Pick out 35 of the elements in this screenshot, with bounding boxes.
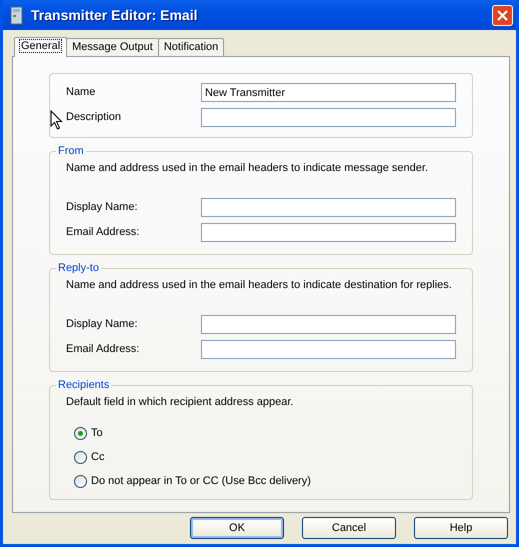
dialog-button[interactable]: Help bbox=[414, 517, 508, 539]
radio-label[interactable]: To bbox=[91, 424, 103, 442]
group-description: Name and address used in the email headers to indicate destination for replies. bbox=[66, 278, 453, 292]
radio-button[interactable] bbox=[74, 450, 87, 464]
group-title: Recipients bbox=[56, 378, 112, 392]
field-label: Email Address: bbox=[66, 342, 140, 358]
pointer-icon bbox=[50, 110, 63, 130]
group-description: Default field in which recipient address appear. bbox=[66, 395, 294, 409]
group-title: From bbox=[56, 144, 86, 158]
close-icon bbox=[496, 8, 509, 22]
text-field[interactable] bbox=[200, 315, 456, 334]
text-field[interactable] bbox=[200, 340, 456, 359]
radio-button[interactable] bbox=[74, 426, 87, 440]
group-title: Reply-to bbox=[56, 261, 101, 275]
text-field[interactable] bbox=[200, 198, 456, 217]
radio-label[interactable]: Cc bbox=[91, 448, 104, 466]
field-label: Description bbox=[66, 110, 122, 126]
tab[interactable]: Message Output bbox=[66, 38, 159, 56]
text-field[interactable] bbox=[200, 223, 456, 242]
tab[interactable]: Notification bbox=[158, 38, 224, 56]
field-label: Name bbox=[66, 85, 96, 100]
tab[interactable]: General bbox=[14, 37, 68, 57]
window-title: Transmitter Editor: Email bbox=[31, 6, 198, 24]
field-label: Email Address: bbox=[66, 225, 140, 240]
text-field[interactable]: New Transmitter bbox=[200, 83, 456, 102]
radio-button[interactable] bbox=[74, 474, 87, 488]
dialog-button[interactable]: Cancel bbox=[302, 517, 396, 539]
dialog-button[interactable]: OK bbox=[190, 517, 284, 539]
text-field[interactable] bbox=[200, 108, 456, 127]
group-description: Name and address used in the email headers to indicate message sender. bbox=[66, 161, 429, 175]
app-icon bbox=[8, 6, 25, 24]
field-label: Display Name: bbox=[66, 317, 139, 332]
close-button[interactable] bbox=[492, 4, 513, 26]
radio-label[interactable]: Do not appear in To or CC (Use Bcc delivery) bbox=[91, 472, 311, 490]
field-label: Display Name: bbox=[66, 200, 139, 216]
